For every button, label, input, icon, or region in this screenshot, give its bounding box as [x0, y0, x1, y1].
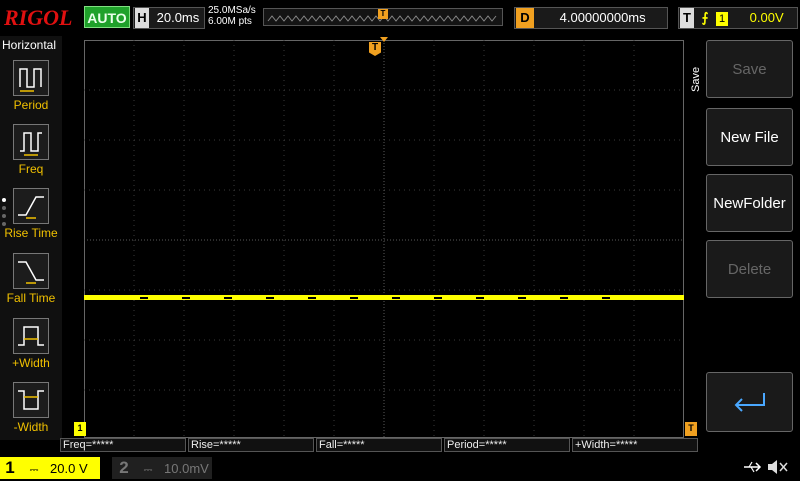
rise-time-label: Rise Time	[4, 226, 58, 240]
fall-time-label: Fall Time	[6, 291, 56, 305]
fall-time-icon	[13, 253, 49, 289]
acquisition-info: 25.0MSa/s 6.00M pts	[208, 5, 256, 27]
menu-page-indicator	[2, 198, 6, 226]
measure-freq-item[interactable]: Freq	[0, 124, 62, 176]
channel1-number: 1	[5, 458, 15, 477]
negative-width-icon	[13, 382, 49, 418]
channel1-scale: 20.0 V	[50, 461, 88, 476]
top-status-bar: RIGOL AUTO H 20.0ms 25.0MSa/s 6.00M pts …	[0, 0, 800, 36]
return-button[interactable]	[706, 372, 793, 432]
trigger-label: T	[680, 8, 694, 28]
channel2-number: 2	[119, 458, 129, 477]
new-folder-button[interactable]: NewFolder	[706, 174, 793, 232]
channel1-status[interactable]: 1 ⎓ 20.0 V	[0, 457, 100, 479]
rigol-logo: RIGOL	[4, 5, 73, 30]
measure-period-readout[interactable]: Period=*****	[444, 438, 570, 452]
save-button[interactable]: Save	[706, 40, 793, 98]
measure-negative-width-item[interactable]: -Width	[0, 382, 62, 434]
period-icon	[13, 60, 49, 96]
channel1-ground-marker[interactable]: 1	[74, 422, 86, 436]
negative-width-label: -Width	[13, 420, 49, 434]
measure-positive-width-item[interactable]: +Width	[0, 318, 62, 370]
measure-fall-readout[interactable]: Fall=*****	[316, 438, 442, 452]
measure-fall-time-item[interactable]: Fall Time	[0, 253, 62, 305]
delay-value: 4.00000000ms	[559, 10, 646, 25]
positive-width-label: +Width	[12, 356, 50, 370]
return-arrow-icon	[734, 393, 765, 412]
trigger-status-display[interactable]: T ⨍ 1 0.00V	[678, 7, 798, 29]
measure-positive-width-readout[interactable]: +Width=*****	[572, 438, 698, 452]
trigger-level: 0.00V	[749, 10, 784, 25]
timebase-value: 20.0ms	[156, 10, 200, 25]
sound-muted-icon[interactable]	[766, 458, 788, 476]
menu-title: Horizontal	[2, 38, 57, 52]
channel1-trace	[84, 295, 684, 300]
trigger-position-marker: T	[378, 9, 388, 19]
measure-period-item[interactable]: Period	[0, 60, 62, 112]
measure-rise-time-item[interactable]: Rise Time	[0, 188, 62, 240]
sample-rate: 25.0MSa/s	[208, 5, 256, 16]
freq-label: Freq	[18, 162, 44, 176]
save-menu-title: Save	[690, 66, 702, 92]
waveform-graticule[interactable]	[84, 40, 684, 438]
channel2-scale: 10.0mV	[164, 461, 209, 476]
new-file-button[interactable]: New File	[706, 108, 793, 166]
measure-rise-readout[interactable]: Rise=*****	[188, 438, 314, 452]
run-mode-button[interactable]: AUTO	[84, 6, 130, 28]
dc-coupling-icon: ⎓	[143, 464, 153, 476]
usb-icon	[742, 458, 762, 476]
delete-button[interactable]: Delete	[706, 240, 793, 298]
measure-freq-readout[interactable]: Freq=*****	[60, 438, 186, 452]
trigger-level-marker[interactable]: T	[685, 422, 697, 436]
freq-icon	[13, 124, 49, 160]
positive-width-icon	[13, 318, 49, 354]
horizontal-label: H	[135, 8, 149, 28]
horizontal-timebase-display[interactable]: H 20.0ms	[133, 7, 205, 29]
trigger-source: 1	[716, 12, 729, 26]
dc-coupling-icon: ⎓	[29, 464, 39, 476]
rise-time-icon	[13, 188, 49, 224]
period-label: Period	[13, 98, 49, 112]
channel2-status[interactable]: 2 ⎓ 10.0mV	[112, 457, 212, 479]
memory-depth: 6.00M pts	[208, 16, 252, 27]
waveform-memory-overview: T	[263, 8, 503, 26]
delay-label: D	[516, 8, 534, 28]
horizontal-delay-display[interactable]: D 4.00000000ms	[514, 7, 668, 29]
delay-arrow-icon	[380, 37, 388, 42]
rising-edge-icon: ⨍	[701, 10, 709, 25]
